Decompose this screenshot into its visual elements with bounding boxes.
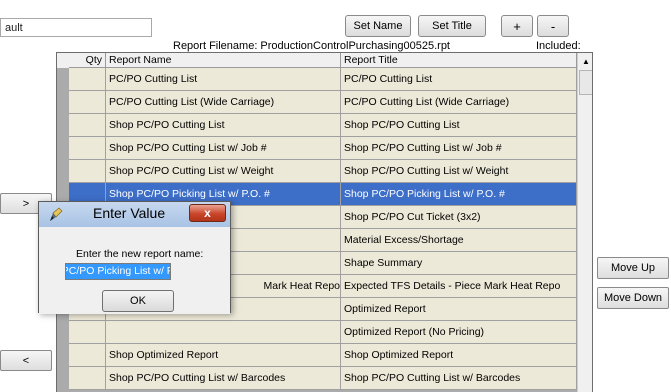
column-header-report-name[interactable]: Report Name <box>106 53 341 68</box>
ok-button[interactable]: OK <box>102 290 174 312</box>
pencil-icon <box>50 207 63 221</box>
report-filename-label: Report Filename: ProductionControlPurcha… <box>173 40 450 52</box>
qty-cell[interactable] <box>69 160 106 183</box>
report-title-cell[interactable]: PC/PO Cutting List (Wide Carriage) <box>341 91 577 114</box>
dialog-titlebar[interactable]: Enter Value x <box>39 202 230 227</box>
set-title-button[interactable]: Set Title <box>418 15 486 37</box>
report-title-cell[interactable]: Shop PC/PO Cut Ticket (3x2) <box>341 206 577 229</box>
table-row[interactable]: Shop Optimized Report Shop Optimized Repo… <box>57 344 577 367</box>
report-name-cell[interactable]: Shop PC/PO Cutting List <box>106 114 341 137</box>
dialog-title: Enter Value <box>93 205 166 221</box>
report-title-cell[interactable]: Shop PC/PO Cutting List w/ Job # <box>341 137 577 160</box>
report-name-cell[interactable]: Shop Optimized Report <box>106 344 341 367</box>
column-header-qty[interactable]: Qty <box>69 53 106 68</box>
report-title-cell[interactable]: Shop PC/PO Cutting List w/ Weight <box>341 160 577 183</box>
dialog-prompt: Enter the new report name: <box>76 248 204 260</box>
table-row[interactable]: Shop PC/PO Cutting List w/ Weight Shop PC… <box>57 160 577 183</box>
row-selector-cell[interactable] <box>57 321 69 344</box>
table-row[interactable]: PC/PO Cutting List (Wide Carriage) PC/PO … <box>57 91 577 114</box>
qty-cell[interactable] <box>69 68 106 91</box>
row-selector-cell[interactable] <box>57 91 69 114</box>
report-name-cell[interactable]: Shop PC/PO Cutting List w/ Barcodes <box>106 367 341 390</box>
dialog-body: Enter the new report name: p PC/PO Picki… <box>39 227 230 314</box>
report-name-input-value: p PC/PO Picking List w/ P.O. # <box>66 264 170 279</box>
report-title-cell[interactable]: Shop PC/PO Picking List w/ P.O. # <box>341 183 577 206</box>
row-selector-cell[interactable] <box>57 160 69 183</box>
report-name-input[interactable]: p PC/PO Picking List w/ P.O. # <box>65 263 171 280</box>
row-selector-cell[interactable] <box>57 68 69 91</box>
report-title-cell[interactable]: PC/PO Cutting List <box>341 68 577 91</box>
report-title-cell[interactable]: Optimized Report (No Pricing) <box>341 321 577 344</box>
qty-cell[interactable] <box>69 321 106 344</box>
qty-cell[interactable] <box>69 91 106 114</box>
move-up-button[interactable]: Move Up <box>597 257 669 279</box>
report-name-cell[interactable] <box>106 321 341 344</box>
column-header-report-title[interactable]: Report Title <box>341 53 577 68</box>
report-name-cell[interactable]: PC/PO Cutting List (Wide Carriage) <box>106 91 341 114</box>
remove-report-button[interactable]: - <box>537 15 569 37</box>
row-selector-cell[interactable] <box>57 114 69 137</box>
included-label: Included: <box>536 40 581 52</box>
add-report-button[interactable]: + <box>501 15 533 37</box>
row-selector-cell[interactable] <box>57 367 69 390</box>
set-name-button[interactable]: Set Name <box>345 15 411 37</box>
qty-cell[interactable] <box>69 114 106 137</box>
enter-value-dialog: Enter Value x Enter the new report name:… <box>38 201 231 314</box>
table-row[interactable]: Optimized Report (No Pricing) <box>57 321 577 344</box>
row-selector-cell[interactable] <box>57 137 69 160</box>
arrow-up-icon[interactable]: ▲ <box>578 53 592 69</box>
table-row[interactable]: PC/PO Cutting List PC/PO Cutting List <box>57 68 577 91</box>
move-down-button[interactable]: Move Down <box>597 287 669 309</box>
profile-input[interactable] <box>0 18 152 37</box>
report-name-cell[interactable]: Shop PC/PO Cutting List w/ Weight <box>106 160 341 183</box>
table-row[interactable]: Shop PC/PO Cutting List w/ Barcodes Shop … <box>57 367 577 390</box>
report-name-cell[interactable]: PC/PO Cutting List <box>106 68 341 91</box>
header-selector-cell <box>57 53 69 68</box>
report-title-cell[interactable]: Expected TFS Details - Piece Mark Heat R… <box>341 275 577 298</box>
report-title-cell[interactable]: Shop PC/PO Cutting List w/ Barcodes <box>341 367 577 390</box>
qty-cell[interactable] <box>69 344 106 367</box>
close-icon[interactable]: x <box>189 204 226 222</box>
remove-from-included-button[interactable]: < <box>0 350 52 371</box>
grid-header: Qty Report Name Report Title <box>57 53 577 68</box>
report-name-cell[interactable]: Shop PC/PO Cutting List w/ Job # <box>106 137 341 160</box>
report-title-cell[interactable]: Material Excess/Shortage <box>341 229 577 252</box>
grid-vertical-scrollbar[interactable]: ▲ <box>577 53 592 392</box>
scrollbar-thumb[interactable] <box>579 70 592 95</box>
row-selector-cell[interactable] <box>57 344 69 367</box>
report-title-cell[interactable]: Shop PC/PO Cutting List <box>341 114 577 137</box>
table-row[interactable]: Shop PC/PO Cutting List Shop PC/PO Cuttin… <box>57 114 577 137</box>
qty-cell[interactable] <box>69 137 106 160</box>
report-title-cell[interactable]: Shape Summary <box>341 252 577 275</box>
qty-cell[interactable] <box>69 367 106 390</box>
report-title-cell[interactable]: Shop Optimized Report <box>341 344 577 367</box>
table-row[interactable]: Shop PC/PO Cutting List w/ Job # Shop PC/… <box>57 137 577 160</box>
report-title-cell[interactable]: Optimized Report <box>341 298 577 321</box>
